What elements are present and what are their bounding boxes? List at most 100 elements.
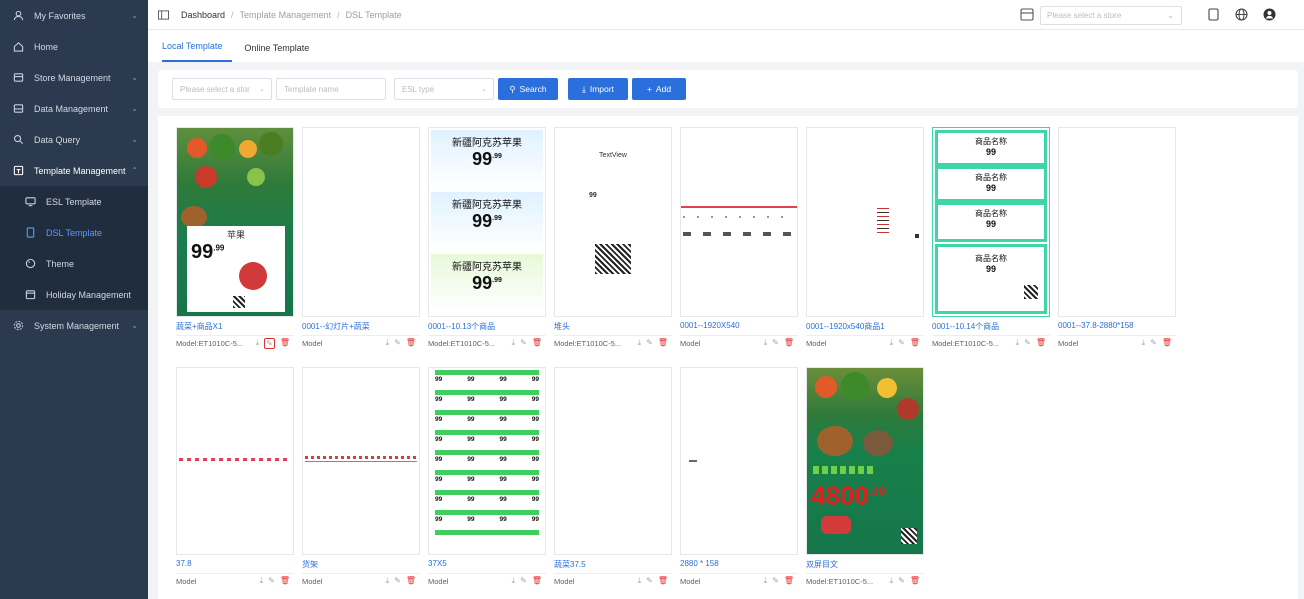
template-name[interactable]: 2880 * 158	[680, 559, 798, 571]
delete-icon[interactable]: 🗑	[658, 576, 668, 586]
template-thumbnail[interactable]: 苹果 99.99	[176, 127, 294, 317]
template-card[interactable]: TextView 99 堆头 Model:ET1010C-5... ⤓ ✎ 🗑	[554, 127, 672, 365]
download-icon[interactable]: ⤓	[638, 338, 642, 348]
template-card[interactable]: 0001--1920X540 Model ⤓ ✎ 🗑	[680, 127, 798, 365]
template-thumbnail[interactable]	[680, 367, 798, 555]
tab-online-template[interactable]: Online Template	[244, 43, 319, 62]
edit-icon[interactable]: ✎	[898, 576, 905, 586]
edit-icon[interactable]: ✎	[394, 576, 401, 586]
template-card[interactable]: 2880 * 158 Model ⤓ ✎ 🗑	[680, 367, 798, 592]
sidebar-item-data-management[interactable]: Data Management ⌄	[0, 93, 148, 124]
delete-icon[interactable]: 🗑	[910, 338, 920, 348]
edit-icon[interactable]: ✎	[646, 576, 653, 586]
edit-icon[interactable]: ✎	[646, 338, 653, 348]
template-card[interactable]: 苹果 99.99 蔬菜+商品X1 Model:ET1010C-5... ⤓ ✎ …	[176, 127, 294, 365]
template-card[interactable]: 商品名称 99 商品名称 99 商品名称 99 商品名称 99 0001--10.14个…	[932, 127, 1050, 365]
template-card[interactable]: 4800.00 双屏目文 Model:ET1010C-5... ⤓ ✎ 🗑	[806, 367, 924, 592]
edit-icon[interactable]: ✎	[268, 576, 275, 586]
download-icon[interactable]: ⤓	[512, 576, 516, 586]
edit-icon[interactable]: ✎	[772, 338, 779, 348]
download-icon[interactable]: ⤓	[1016, 338, 1020, 348]
edit-icon[interactable]: ✎	[520, 576, 527, 586]
download-icon[interactable]: ⤓	[386, 338, 390, 348]
template-card[interactable]: 0001--1920x540商品1 Model ⤓ ✎ 🗑	[806, 127, 924, 365]
template-name[interactable]: 堆头	[554, 321, 672, 333]
template-card[interactable]: 新疆阿克苏苹果 99.99 新疆阿克苏苹果 99.99 新疆阿克苏苹果 99.9…	[428, 127, 546, 365]
edit-icon[interactable]: ✎	[394, 338, 401, 348]
edit-icon[interactable]: ✎	[1024, 338, 1031, 348]
import-button[interactable]: ⤓ Import	[568, 78, 628, 100]
edit-icon[interactable]: ✎	[772, 576, 779, 586]
template-thumbnail[interactable]: 新疆阿克苏苹果 99.99 新疆阿克苏苹果 99.99 新疆阿克苏苹果 99.9…	[428, 127, 546, 317]
sidebar-item-home[interactable]: Home	[0, 31, 148, 62]
sidebar-item-esl-template[interactable]: ESL Template	[0, 186, 148, 217]
delete-icon[interactable]: 🗑	[532, 576, 542, 586]
download-icon[interactable]: ⤓	[386, 576, 390, 586]
avatar[interactable]	[1262, 7, 1276, 21]
store-select[interactable]: Please select a store ⌄	[1040, 6, 1182, 25]
tablet-icon[interactable]	[1206, 7, 1220, 21]
esl-type-select[interactable]: ESL type ⌄	[394, 78, 494, 100]
template-thumbnail[interactable]	[176, 367, 294, 555]
delete-icon[interactable]: 🗑	[784, 338, 794, 348]
download-icon[interactable]: ⤓	[260, 576, 264, 586]
edit-icon[interactable]: ✎	[898, 338, 905, 348]
template-thumbnail[interactable]	[680, 127, 798, 317]
delete-icon[interactable]: 🗑	[910, 576, 920, 586]
template-thumbnail[interactable]: 4800.00	[806, 367, 924, 555]
template-name[interactable]: 货架	[302, 559, 420, 571]
template-card[interactable]: 货架 Model ⤓ ✎ 🗑	[302, 367, 420, 592]
template-card[interactable]: 0001--幻灯片+蔬菜 Model ⤓ ✎ 🗑	[302, 127, 420, 365]
sidebar-item-favorites[interactable]: My Favorites ⌄	[0, 0, 148, 31]
delete-icon[interactable]: 🗑	[280, 338, 290, 349]
store-filter-select[interactable]: Please select a stor ⌄	[172, 78, 272, 100]
template-name-input[interactable]: Template name	[276, 78, 386, 100]
search-button[interactable]: ⚲ Search	[498, 78, 558, 100]
template-thumbnail[interactable]	[302, 127, 420, 317]
template-card[interactable]: 99 99 99 99 99 99 99 99 99 99 99 99 99 99 99 99 99 99 99 99…	[428, 367, 546, 592]
download-icon[interactable]: ⤓	[764, 576, 768, 586]
template-card[interactable]: 37.8 Model ⤓ ✎ 🗑	[176, 367, 294, 592]
edit-icon[interactable]: ✎	[1150, 338, 1157, 348]
download-icon[interactable]: ⤓	[512, 338, 516, 348]
sidebar-item-dsl-template[interactable]: DSL Template	[0, 217, 148, 248]
download-icon[interactable]: ⤓	[890, 338, 894, 348]
template-name[interactable]: 37.8	[176, 559, 294, 571]
sidebar-item-store-management[interactable]: Store Management ⌄	[0, 62, 148, 93]
template-name[interactable]: 双屏目文	[806, 559, 924, 571]
download-icon[interactable]: ⤓	[638, 576, 642, 586]
sidebar-item-holiday-management[interactable]: Holiday Management	[0, 279, 148, 310]
template-thumbnail[interactable]	[554, 367, 672, 555]
delete-icon[interactable]: 🗑	[784, 576, 794, 586]
template-name[interactable]: 0001--1920x540商品1	[806, 321, 924, 333]
menu-toggle-icon[interactable]	[158, 9, 169, 20]
template-name[interactable]: 蔬菜37.5	[554, 559, 672, 571]
template-thumbnail[interactable]	[1058, 127, 1176, 317]
breadcrumb-template-management[interactable]: Template Management	[240, 10, 332, 20]
template-name[interactable]: 0001--37.8-2880*158	[1058, 321, 1176, 333]
template-card[interactable]: 蔬菜37.5 Model ⤓ ✎ 🗑	[554, 367, 672, 592]
sidebar-item-theme[interactable]: Theme	[0, 248, 148, 279]
delete-icon[interactable]: 🗑	[406, 338, 416, 348]
edit-icon[interactable]: ✎	[520, 338, 527, 348]
download-icon[interactable]: ⤓	[764, 338, 768, 348]
delete-icon[interactable]: 🗑	[658, 338, 668, 348]
add-button[interactable]: + Add	[632, 78, 686, 100]
delete-icon[interactable]: 🗑	[1162, 338, 1172, 348]
template-name[interactable]: 0001--10.14个商品	[932, 321, 1050, 333]
delete-icon[interactable]: 🗑	[532, 338, 542, 348]
download-icon[interactable]: ⤓	[1142, 338, 1146, 348]
template-thumbnail[interactable]: 99 99 99 99 99 99 99 99 99 99 99 99 99 99 99 99 99 99 99 99…	[428, 367, 546, 555]
template-name[interactable]: 0001--幻灯片+蔬菜	[302, 321, 420, 333]
template-thumbnail[interactable]: 商品名称 99 商品名称 99 商品名称 99 商品名称 99	[932, 127, 1050, 317]
template-thumbnail[interactable]	[302, 367, 420, 555]
template-card[interactable]: 0001--37.8-2880*158 Model ⤓ ✎ 🗑	[1058, 127, 1176, 365]
globe-icon[interactable]	[1234, 7, 1248, 21]
template-name[interactable]: 0001--10.13个商品	[428, 321, 546, 333]
download-icon[interactable]: ⤓	[256, 338, 260, 349]
template-name[interactable]: 0001--1920X540	[680, 321, 798, 333]
delete-icon[interactable]: 🗑	[406, 576, 416, 586]
download-icon[interactable]: ⤓	[890, 576, 894, 586]
template-thumbnail[interactable]: TextView 99	[554, 127, 672, 317]
tab-local-template[interactable]: Local Template	[162, 41, 233, 62]
